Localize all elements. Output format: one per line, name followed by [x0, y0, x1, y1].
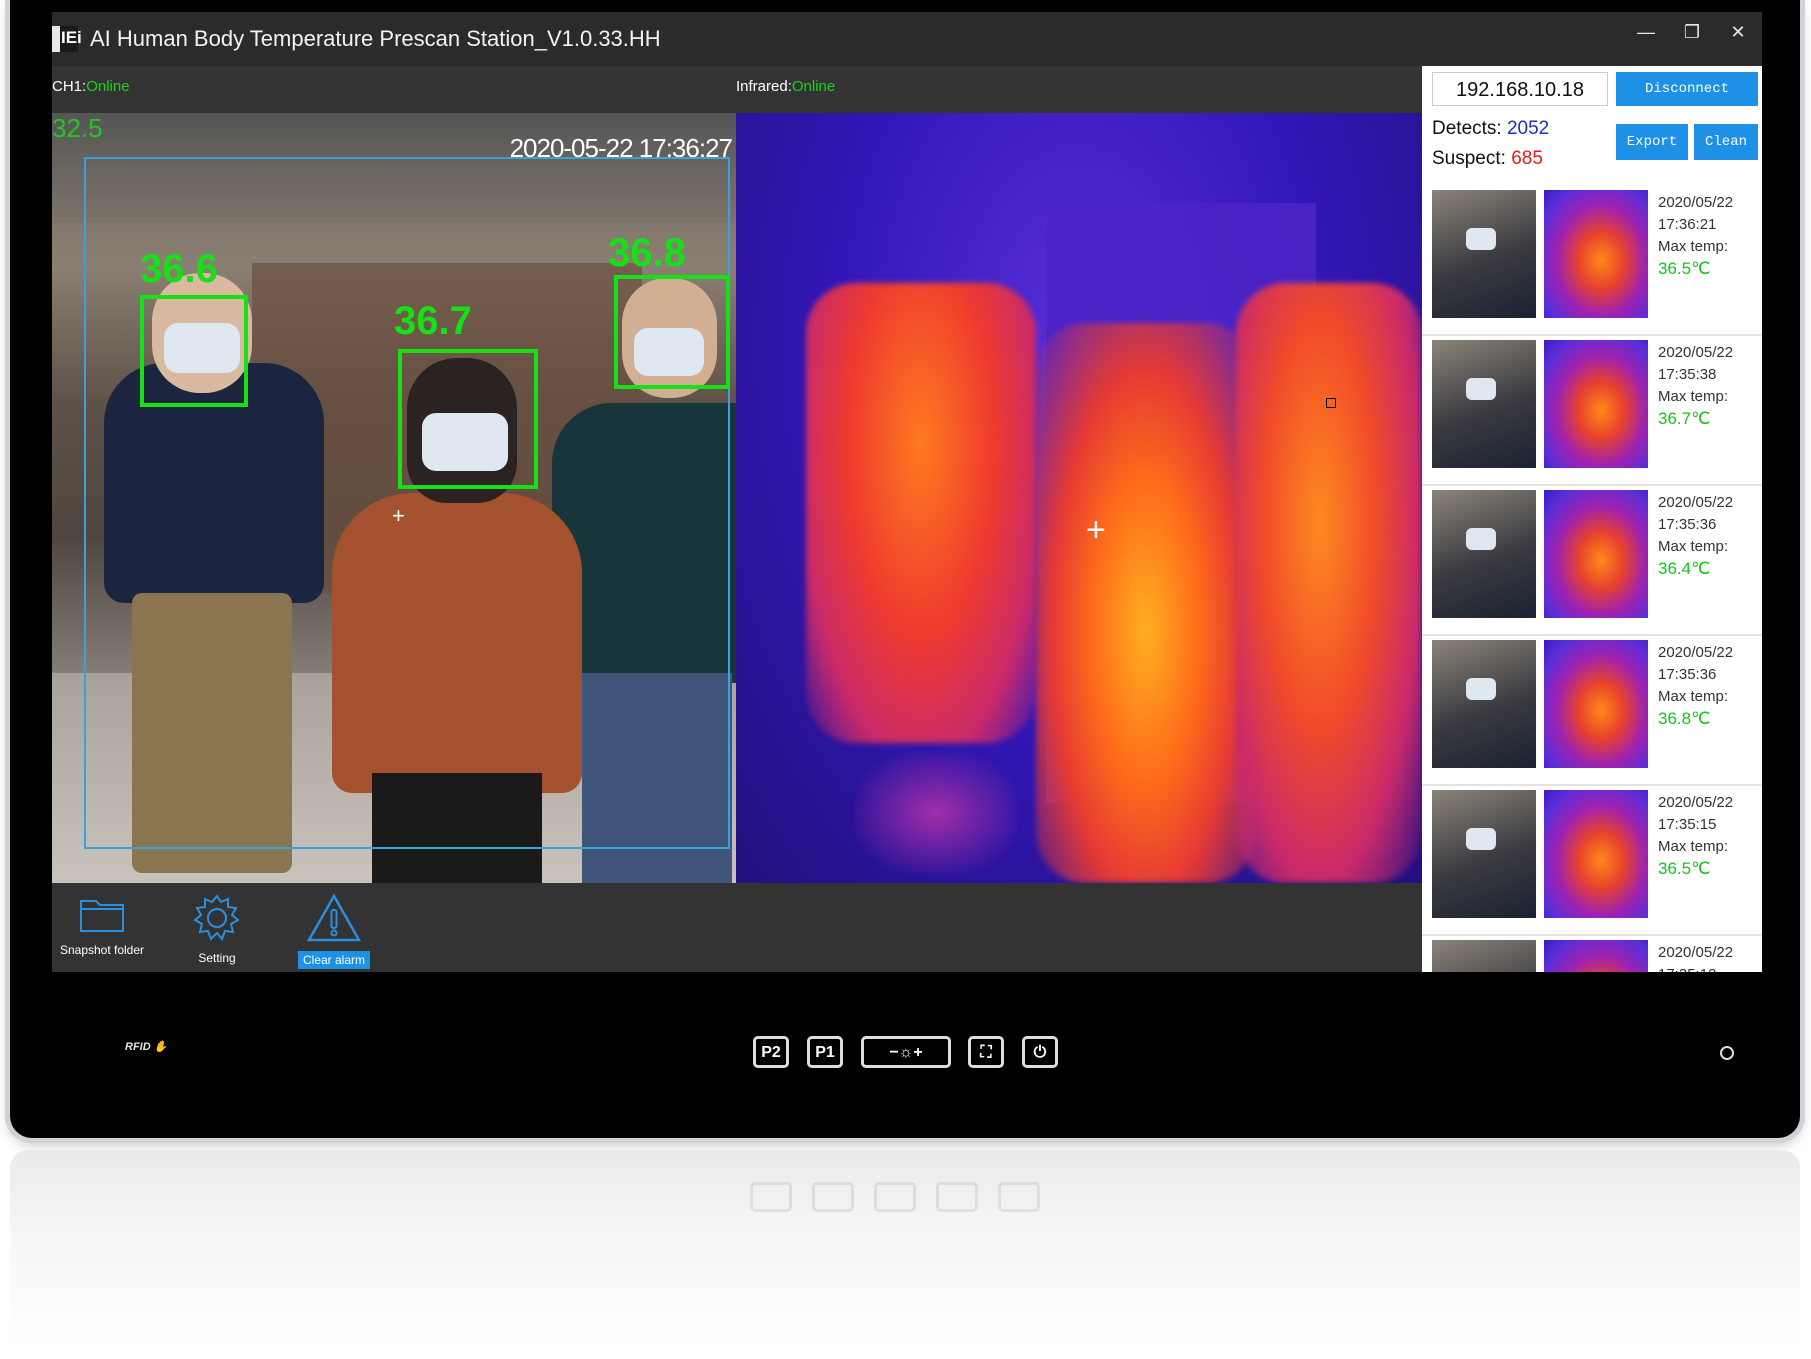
window-controls: — ❐ ✕	[1636, 22, 1748, 43]
infrared-state: Online	[791, 78, 836, 95]
record-date: 2020/05/22	[1658, 344, 1734, 361]
window-title: AI Human Body Temperature Prescan Statio…	[90, 26, 661, 51]
folder-icon	[80, 900, 124, 932]
max-temp-label: Max temp:	[1658, 388, 1729, 405]
p1-hardware-button[interactable]: P1	[807, 1036, 843, 1068]
suspect-stat: Suspect: 685	[1432, 148, 1543, 170]
restore-icon[interactable]: ❐	[1682, 22, 1702, 43]
list-item[interactable]: 2020/05/22 17:35:15 Max temp: 36.5℃	[1422, 786, 1762, 936]
infrared-thumbnail	[1544, 340, 1648, 468]
p2-hardware-button[interactable]: P2	[753, 1036, 789, 1068]
detects-label: Detects:	[1432, 118, 1502, 139]
snapshot-thumbnail	[1432, 490, 1536, 618]
list-item[interactable]: 2020/05/22 17:35:36 Max temp: 36.4℃	[1422, 486, 1762, 636]
display-hardware-button[interactable]: ⛶	[968, 1036, 1004, 1068]
snapshot-thumbnail	[1432, 340, 1536, 468]
face-box	[614, 275, 730, 389]
marker-icon	[1326, 398, 1336, 408]
status-bar: CH1:Online Infrared:Online	[52, 66, 1422, 102]
minimize-icon[interactable]: —	[1636, 22, 1656, 43]
face-box	[398, 349, 538, 489]
record-date: 2020/05/22	[1658, 194, 1734, 211]
infrared-thumbnail	[1544, 940, 1648, 972]
clear-alarm-button[interactable]: Clear alarm	[284, 893, 384, 969]
rfid-label: RFID	[125, 1041, 151, 1053]
record-temp: 36.4℃	[1658, 559, 1711, 578]
detects-value: 2052	[1506, 118, 1550, 139]
max-temp-label: Max temp:	[1658, 688, 1729, 705]
suspect-label: Suspect:	[1432, 148, 1506, 169]
warning-icon	[306, 893, 362, 942]
setting-label: Setting	[198, 951, 236, 965]
device-reflection	[10, 1150, 1800, 1350]
list-item[interactable]: 2020/05/22 17:35:12	[1422, 936, 1762, 972]
clean-button[interactable]: Clean	[1694, 124, 1758, 160]
infrared-thumbnail	[1544, 640, 1648, 768]
setting-button[interactable]: Setting	[167, 893, 267, 965]
record-date: 2020/05/22	[1658, 644, 1734, 661]
snapshot-folder-label: Snapshot folder	[59, 943, 145, 957]
record-date: 2020/05/22	[1658, 944, 1734, 961]
record-time: 17:35:12	[1658, 964, 1733, 972]
gear-icon	[193, 894, 240, 941]
suspect-value: 685	[1511, 148, 1543, 169]
record-time: 17:35:38	[1658, 366, 1717, 383]
record-temp: 36.5℃	[1658, 259, 1711, 278]
clear-alarm-label: Clear alarm	[297, 951, 370, 969]
record-date: 2020/05/22	[1658, 494, 1734, 511]
infrared-thumbnail	[1544, 490, 1648, 618]
corner-temp-readout: 32.5	[52, 113, 103, 143]
power-hardware-button[interactable]: ⏻	[1022, 1036, 1058, 1068]
record-temp: 36.5℃	[1658, 859, 1711, 878]
ch1-label: CH1:	[52, 78, 87, 95]
close-icon[interactable]: ✕	[1728, 22, 1748, 43]
snapshot-thumbnail	[1432, 790, 1536, 918]
face-box	[140, 295, 248, 407]
export-button[interactable]: Export	[1616, 124, 1688, 160]
face-temp-label: 36.7	[394, 299, 472, 343]
crosshair-icon: +	[1086, 511, 1106, 549]
infrared-status: Infrared:Online	[736, 78, 835, 95]
side-panel: 192.168.10.18 Disconnect Detects: 2052 S…	[1422, 66, 1762, 972]
record-time: 17:35:15	[1658, 816, 1717, 833]
snapshot-thumbnail	[1432, 190, 1536, 318]
ip-address-input[interactable]: 192.168.10.18	[1432, 72, 1608, 106]
record-date: 2020/05/22	[1658, 794, 1734, 811]
title-bar: AI Human Body Temperature Prescan Statio…	[52, 12, 1762, 66]
app-window: AI Human Body Temperature Prescan Statio…	[52, 12, 1762, 972]
detects-stat: Detects: 2052	[1432, 118, 1549, 140]
list-item[interactable]: 2020/05/22 17:35:38 Max temp: 36.7℃	[1422, 336, 1762, 486]
snapshot-thumbnail	[1432, 940, 1536, 972]
power-led-icon	[1720, 1046, 1734, 1060]
list-item[interactable]: 2020/05/22 17:35:36 Max temp: 36.8℃	[1422, 636, 1762, 786]
record-time: 17:35:36	[1658, 516, 1717, 533]
max-temp-label: Max temp:	[1658, 538, 1729, 555]
list-item[interactable]: 2020/05/22 17:36:21 Max temp: 36.5℃	[1422, 186, 1762, 336]
face-temp-label: 36.8	[608, 231, 686, 275]
ch1-status: CH1:Online	[52, 78, 130, 95]
rfid-icon: RFID ✋	[125, 1041, 168, 1053]
disconnect-button[interactable]: Disconnect	[1616, 72, 1758, 106]
record-temp: 36.8℃	[1658, 709, 1711, 728]
brightness-hardware-button[interactable]: −☼+	[861, 1036, 951, 1068]
face-temp-label: 36.6	[140, 247, 218, 291]
infrared-label: Infrared:	[736, 78, 792, 95]
rgb-camera-feed: 32.5 2020-05-22 17:36:27 36.6 36.7 36.8 …	[52, 113, 736, 883]
max-temp-label: Max temp:	[1658, 238, 1729, 255]
infrared-camera-feed: +	[736, 113, 1422, 883]
infrared-thumbnail	[1544, 190, 1648, 318]
bottom-toolbar: Snapshot folder Setting Clear alarm	[52, 883, 1422, 972]
ch1-state: Online	[86, 78, 130, 95]
app-logo-icon	[52, 26, 82, 52]
record-time: 17:36:21	[1658, 216, 1717, 233]
infrared-thumbnail	[1544, 790, 1648, 918]
crosshair-icon: +	[392, 503, 405, 528]
record-temp: 36.7℃	[1658, 409, 1711, 428]
max-temp-label: Max temp:	[1658, 838, 1729, 855]
snapshot-thumbnail	[1432, 640, 1536, 768]
detection-records-list: 2020/05/22 17:36:21 Max temp: 36.5℃ 2020…	[1422, 186, 1762, 972]
record-time: 17:35:36	[1658, 666, 1717, 683]
snapshot-folder-button[interactable]: Snapshot folder	[52, 893, 152, 957]
